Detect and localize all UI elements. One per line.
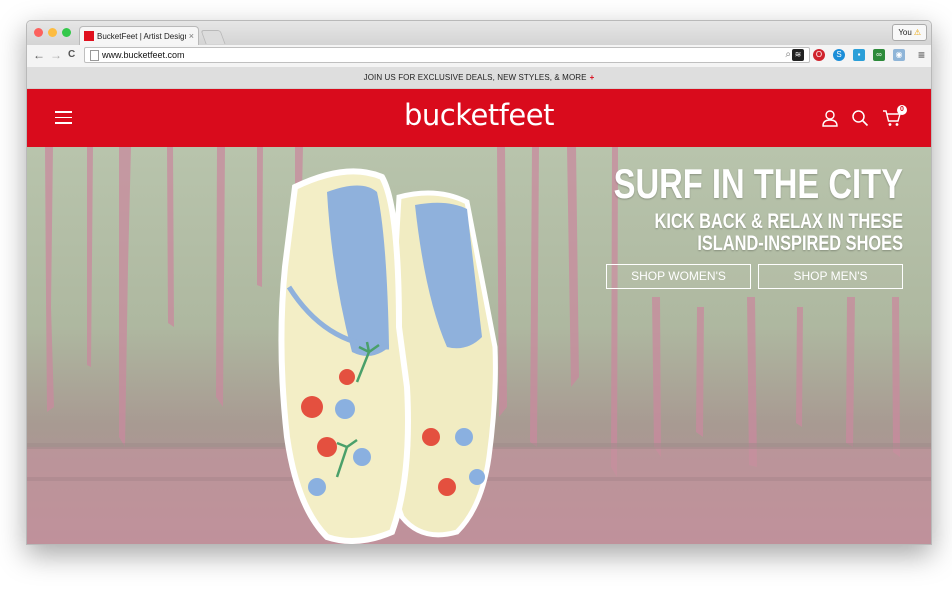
zoom-window-button[interactable]: [62, 28, 71, 37]
favicon-icon: [84, 31, 94, 41]
browser-tab[interactable]: BucketFeet | Artist Designe ×: [79, 26, 199, 45]
profile-button[interactable]: You ⚠: [892, 24, 927, 41]
warning-icon: ⚠: [913, 28, 921, 37]
back-button[interactable]: ←: [33, 48, 45, 62]
account-icon[interactable]: [821, 109, 839, 127]
promo-text: JOIN US FOR EXCLUSIVE DEALS, NEW STYLES,…: [363, 73, 587, 82]
reload-button[interactable]: C: [68, 48, 75, 62]
shazam-extension-icon[interactable]: S: [833, 49, 845, 61]
green-extension-icon[interactable]: ∞: [873, 49, 885, 61]
hero-subhead-line1: KICK BACK & RELAX IN THESE: [654, 210, 903, 233]
site-logo[interactable]: bucketfeet: [27, 98, 931, 132]
profile-label: You: [898, 28, 912, 37]
address-bar[interactable]: www.bucketfeet.com ⌕ ☆: [84, 47, 810, 63]
opera-extension-icon[interactable]: O: [813, 49, 825, 61]
window-controls: [34, 28, 71, 37]
shop-mens-button[interactable]: SHOP MEN'S: [758, 264, 903, 289]
camera-extension-icon[interactable]: ◉: [893, 49, 905, 61]
new-tab-button[interactable]: [200, 30, 226, 44]
site-header: bucketfeet 0: [27, 89, 931, 147]
buffer-extension-icon[interactable]: ≋: [792, 49, 804, 61]
hero-text: SURF IN THE CITY KICK BACK & RELAX IN TH…: [532, 161, 903, 255]
tab-close-icon[interactable]: ×: [189, 31, 194, 41]
web-page: JOIN US FOR EXCLUSIVE DEALS, NEW STYLES,…: [27, 67, 931, 544]
page-icon: [90, 50, 99, 61]
plus-icon: +: [589, 73, 595, 82]
hero-headline: SURF IN THE CITY: [613, 160, 903, 207]
browser-toolbar: ← → C www.bucketfeet.com ⌕ ☆ ≋ O S ▪ ∞ ◉…: [27, 45, 931, 68]
tab-title: BucketFeet | Artist Designe: [97, 31, 186, 41]
cart-count-badge: 0: [897, 105, 907, 115]
hero-subhead-line2: ISLAND-INSPIRED SHOES: [697, 232, 903, 255]
shop-womens-button[interactable]: SHOP WOMEN'S: [606, 264, 751, 289]
hero-banner: SURF IN THE CITY KICK BACK & RELAX IN TH…: [27, 147, 931, 544]
browser-menu-button[interactable]: ≡: [918, 48, 925, 62]
minimize-window-button[interactable]: [48, 28, 57, 37]
tab-strip: BucketFeet | Artist Designe × You ⚠: [27, 21, 931, 46]
forward-button[interactable]: →: [50, 48, 62, 62]
zoom-icon[interactable]: ⌕: [785, 48, 791, 62]
front-shoe: [278, 168, 411, 544]
blue-extension-icon[interactable]: ▪: [853, 49, 865, 61]
browser-window: BucketFeet | Artist Designe × You ⚠ ← → C…: [26, 20, 932, 545]
search-icon[interactable]: [851, 109, 869, 127]
url-text: www.bucketfeet.com: [102, 50, 185, 60]
promo-banner[interactable]: JOIN US FOR EXCLUSIVE DEALS, NEW STYLES,…: [27, 67, 931, 89]
close-window-button[interactable]: [34, 28, 43, 37]
hero-cta-group: SHOP WOMEN'S SHOP MEN'S: [606, 264, 903, 289]
